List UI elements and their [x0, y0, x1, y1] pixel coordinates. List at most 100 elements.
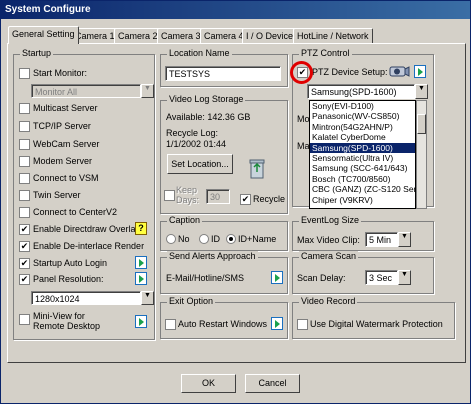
- ptz-arrow-icon[interactable]: [414, 65, 426, 78]
- multicast-checkbox[interactable]: [19, 103, 30, 114]
- scrollbar-thumb[interactable]: [417, 114, 426, 134]
- keep-days-checkbox[interactable]: [164, 190, 175, 201]
- highlight-circle: [290, 61, 313, 84]
- camera-scan-title: Camera Scan: [299, 251, 359, 261]
- days-label: Days:: [176, 195, 200, 205]
- alerts-arrow-icon[interactable]: [271, 271, 283, 284]
- ptz-device-select[interactable]: Samsung(SPD-1600): [307, 84, 415, 99]
- panel-resolution-checkbox[interactable]: ✔: [19, 274, 30, 285]
- watermark-checkbox[interactable]: [297, 319, 308, 330]
- ok-button[interactable]: OK: [181, 374, 236, 393]
- monitor-select[interactable]: Monitor All: [31, 84, 141, 98]
- ptz-option[interactable]: Panasonic(WV-CS850): [310, 111, 415, 121]
- keep-label: Keep: [176, 185, 198, 195]
- deinterlace-checkbox[interactable]: ✔: [19, 241, 30, 252]
- ptz-option[interactable]: Bosch (TC700/8560): [310, 174, 415, 184]
- tab-hotline-network[interactable]: HotLine / Network: [293, 28, 373, 43]
- ptz-list-scrollbar[interactable]: [416, 100, 427, 209]
- recycle-log-label: Recycle Log:: [166, 128, 219, 138]
- ptz-device-list[interactable]: Sony(EVI-D100) Panasonic(WV-CS850) Mintron…: [309, 100, 416, 209]
- connect-vsm-label: Connect to VSM: [33, 173, 99, 183]
- scan-delay-dropdown-arrow[interactable]: ▼: [398, 270, 411, 285]
- auto-login-arrow-icon[interactable]: [135, 256, 147, 269]
- multicast-label: Multicast Server: [33, 103, 98, 113]
- max-clip-label: Max Video Clip:: [297, 235, 360, 245]
- caption-no-radio[interactable]: [166, 234, 176, 244]
- ptz-partial-label-2: Ma: [297, 141, 310, 151]
- start-monitor-label: Start Monitor:: [33, 68, 88, 78]
- auto-restart-arrow-icon[interactable]: [271, 317, 283, 330]
- start-monitor-checkbox[interactable]: [19, 68, 30, 79]
- webcam-checkbox[interactable]: [19, 139, 30, 150]
- tab-camera-2[interactable]: Camera 2: [114, 28, 162, 43]
- set-location-button[interactable]: Set Location...: [167, 154, 233, 174]
- ptz-option[interactable]: Samsung (SCC-641/643): [310, 163, 415, 173]
- auto-login-label: Startup Auto Login: [33, 258, 108, 268]
- recycle-bin-icon: [249, 157, 265, 179]
- directdraw-checkbox[interactable]: ✔: [19, 224, 30, 235]
- connect-vsm-checkbox[interactable]: [19, 173, 30, 184]
- keep-days-input[interactable]: 30: [206, 189, 230, 204]
- auto-login-checkbox[interactable]: ✔: [19, 258, 30, 269]
- recycle-log-date: 1/1/2002 01:44: [166, 139, 227, 149]
- ptz-dropdown-arrow[interactable]: ▼: [415, 84, 428, 99]
- modem-label: Modem Server: [33, 156, 93, 166]
- ptz-option[interactable]: Sony(EVI-D100): [310, 101, 415, 111]
- modem-checkbox[interactable]: [19, 156, 30, 167]
- cancel-button[interactable]: Cancel: [245, 374, 300, 393]
- tcpip-label: TCP/IP Server: [33, 121, 91, 131]
- caption-id-radio[interactable]: [199, 234, 209, 244]
- ptz-option[interactable]: Samsung(SPD-1600): [310, 142, 415, 153]
- directdraw-label: Enable Directdraw Overlay: [33, 224, 141, 234]
- twin-checkbox[interactable]: [19, 190, 30, 201]
- caption-no-label: No: [178, 234, 190, 244]
- window-title: System Configure: [1, 1, 470, 19]
- twin-label: Twin Server: [33, 190, 81, 200]
- max-clip-select[interactable]: 5 Min: [365, 232, 398, 247]
- ptz-partial-label: Mo: [297, 114, 310, 124]
- alerts-label: E-Mail/Hotline/SMS: [166, 273, 245, 283]
- miniview-label-2: Remote Desktop: [33, 321, 101, 331]
- connect-centerv2-checkbox[interactable]: [19, 207, 30, 218]
- caption-id-name-label: ID+Name: [238, 234, 277, 244]
- recycle-checkbox[interactable]: ✔: [240, 194, 251, 205]
- auto-restart-checkbox[interactable]: [165, 319, 176, 330]
- tcpip-checkbox[interactable]: [19, 121, 30, 132]
- max-clip-dropdown-arrow[interactable]: ▼: [398, 232, 411, 247]
- caption-title: Caption: [167, 215, 203, 225]
- tab-camera-3[interactable]: Camera 3: [157, 28, 205, 43]
- caption-id-name-radio[interactable]: [226, 234, 236, 244]
- miniview-label-1: Mini-View for: [33, 311, 85, 321]
- location-title: Location Name: [167, 48, 232, 58]
- watermark-label: Use Digital Watermark Protection: [310, 319, 443, 329]
- ptz-camera-icon[interactable]: [387, 64, 411, 79]
- tab-camera-4[interactable]: Camera 4: [200, 28, 248, 43]
- panel-resolution-arrow-icon[interactable]: [135, 272, 147, 285]
- resolution-select[interactable]: 1280x1024: [31, 291, 141, 305]
- help-icon[interactable]: ?: [135, 222, 147, 235]
- recycle-label: Recycle: [253, 194, 286, 204]
- deinterlace-label: Enable De-interlace Render: [33, 241, 145, 251]
- location-name-input[interactable]: TESTSYS: [165, 66, 281, 81]
- ptz-device-label: PTZ Device Setup:: [312, 67, 388, 77]
- auto-restart-label: Auto Restart Windows: [178, 319, 268, 329]
- video-log-title: Video Log Storage: [167, 94, 246, 104]
- tab-general-setting[interactable]: General Setting: [8, 26, 79, 44]
- tab-io-device[interactable]: I / O Device: [242, 28, 298, 43]
- ptz-option[interactable]: Kalatel CyberDome: [310, 132, 415, 142]
- video-record-title: Video Record: [299, 296, 358, 306]
- miniview-checkbox[interactable]: [19, 314, 30, 325]
- scan-delay-select[interactable]: 3 Sec: [365, 270, 398, 285]
- miniview-arrow-icon[interactable]: [135, 315, 147, 328]
- resolution-dropdown-arrow[interactable]: ▼: [141, 291, 154, 305]
- exit-title: Exit Option: [167, 296, 216, 306]
- panel-resolution-label: Panel Resolution:: [33, 274, 104, 284]
- caption-id-label: ID: [211, 234, 220, 244]
- ptz-option[interactable]: Chiper (V9KRV): [310, 195, 415, 205]
- alerts-title: Send Alerts Approach: [167, 251, 258, 261]
- ptz-option[interactable]: Sensormatic(Ultra IV): [310, 153, 415, 163]
- ptz-title: PTZ Control: [299, 48, 352, 58]
- ptz-option[interactable]: Mintron(54G2AHN/P): [310, 122, 415, 132]
- monitor-dropdown-arrow[interactable]: ▼: [141, 84, 154, 98]
- ptz-option[interactable]: CBC (GANZ) (ZC-S120 Series): [310, 184, 415, 194]
